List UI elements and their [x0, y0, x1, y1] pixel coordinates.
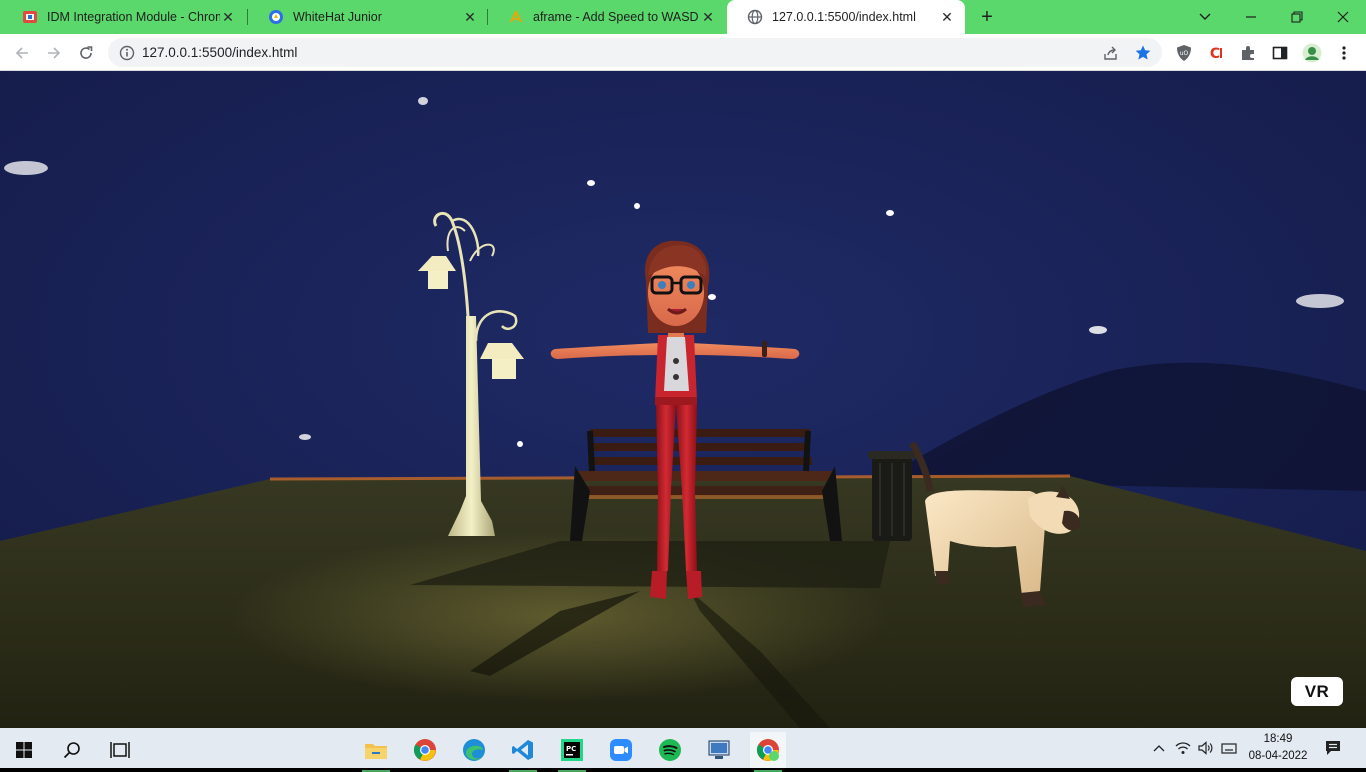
whitehat-icon — [268, 9, 284, 25]
windows-taskbar: PC 18:49 08-04-2022 — [0, 728, 1366, 772]
wifi-icon — [1175, 742, 1191, 754]
arrow-left-icon — [15, 47, 28, 59]
trash-bin — [868, 451, 916, 541]
svg-text:PC: PC — [566, 745, 576, 753]
taskbar-chrome-active[interactable] — [750, 732, 786, 772]
info-icon[interactable] — [118, 44, 136, 62]
system-clock[interactable]: 18:49 08-04-2022 — [1241, 731, 1315, 765]
browser-toolbar: 127.0.0.1:5500/index.html uO C — [0, 34, 1366, 71]
tab-strip: IDM Integration Module - Chrom ✕ WhiteHa… — [0, 0, 1366, 34]
network-status[interactable] — [1174, 738, 1192, 758]
speaker-icon — [1198, 741, 1213, 755]
zoom-icon — [610, 739, 632, 761]
tab-title: IDM Integration Module - Chrom — [47, 10, 220, 24]
chevron-down-icon — [1199, 13, 1211, 20]
side-panel-icon[interactable] — [1270, 43, 1290, 63]
close-icon[interactable]: ✕ — [939, 9, 955, 25]
share-icon[interactable] — [1102, 44, 1120, 62]
close-icon[interactable]: ✕ — [462, 9, 478, 25]
new-tab-button[interactable]: + — [975, 5, 999, 29]
reload-icon — [80, 46, 93, 59]
tab-search-button[interactable] — [1182, 0, 1228, 34]
remote-desktop-icon — [708, 740, 730, 759]
start-button[interactable] — [6, 732, 42, 768]
keyboard-icon — [1221, 743, 1237, 754]
minimize-icon — [1246, 16, 1256, 18]
codechef-extension-icon[interactable]: C — [1206, 43, 1226, 63]
show-hidden-icons[interactable] — [1150, 738, 1168, 758]
tab-localhost[interactable]: 127.0.0.1:5500/index.html ✕ — [727, 0, 965, 34]
search-icon — [63, 742, 80, 759]
folder-icon — [365, 744, 387, 759]
taskbar-vscode[interactable] — [505, 732, 541, 772]
svg-text:C: C — [1210, 46, 1220, 62]
clock-date: 08-04-2022 — [1248, 750, 1308, 762]
aframe-icon — [508, 9, 524, 25]
minimize-button[interactable] — [1228, 0, 1274, 34]
taskbar-zoom[interactable] — [603, 732, 639, 768]
taskbar-edge[interactable] — [456, 732, 492, 768]
tab-whitehat[interactable]: WhiteHat Junior ✕ — [248, 0, 488, 34]
clock-time: 18:49 — [1263, 733, 1293, 745]
volume-control[interactable] — [1197, 738, 1215, 758]
taskbar-remote-desktop[interactable] — [701, 732, 737, 768]
close-icon[interactable]: ✕ — [700, 9, 716, 25]
close-window-button[interactable] — [1320, 0, 1366, 34]
task-view-button[interactable] — [102, 732, 138, 768]
more-menu-icon[interactable] — [1334, 43, 1354, 63]
taskbar-file-explorer[interactable] — [358, 732, 394, 772]
tab-title: WhiteHat Junior — [293, 10, 382, 24]
ublock-shield-icon[interactable]: uO — [1174, 43, 1194, 63]
profile-avatar[interactable] — [1302, 43, 1322, 63]
edge-icon — [463, 739, 485, 761]
aframe-scene-canvas[interactable]: VR — [0, 71, 1366, 728]
idm-icon — [22, 9, 38, 25]
tab-aframe[interactable]: aframe - Add Speed to WASD Co ✕ — [488, 0, 726, 34]
arrow-right-icon — [48, 47, 61, 59]
taskbar-chrome[interactable] — [407, 732, 443, 768]
url-text[interactable]: 127.0.0.1:5500/index.html — [142, 45, 297, 60]
bookmark-star-icon[interactable] — [1134, 44, 1152, 62]
forward-button[interactable] — [41, 40, 67, 66]
action-center-button[interactable] — [1324, 738, 1342, 758]
chrome-icon — [413, 739, 436, 761]
windows-logo-icon — [16, 742, 32, 758]
input-indicator[interactable] — [1220, 738, 1238, 758]
address-bar[interactable]: 127.0.0.1:5500/index.html — [108, 38, 1162, 67]
taskbar-pycharm[interactable]: PC — [554, 732, 590, 772]
restore-button[interactable] — [1274, 0, 1320, 34]
reload-button[interactable] — [73, 40, 99, 66]
search-button[interactable] — [54, 732, 90, 768]
close-icon[interactable]: ✕ — [220, 9, 236, 25]
close-icon — [1337, 11, 1349, 23]
taskbar-spotify[interactable] — [652, 732, 688, 768]
extensions-puzzle-icon[interactable] — [1238, 43, 1258, 63]
pycharm-icon: PC — [561, 739, 583, 761]
back-button[interactable] — [9, 40, 35, 66]
restore-icon — [1291, 11, 1303, 23]
tab-idm[interactable]: IDM Integration Module - Chrom ✕ — [2, 0, 246, 34]
enter-vr-button[interactable]: VR — [1291, 677, 1343, 706]
svg-text:uO: uO — [1180, 50, 1189, 57]
vscode-icon — [512, 740, 533, 760]
tab-title: aframe - Add Speed to WASD Co — [533, 10, 700, 24]
spotify-icon — [659, 739, 681, 761]
chrome-icon — [756, 739, 779, 761]
notification-icon — [1326, 741, 1340, 755]
chevron-up-icon — [1153, 745, 1165, 752]
task-view-icon — [110, 742, 130, 758]
globe-icon — [747, 9, 763, 25]
tab-title: 127.0.0.1:5500/index.html — [772, 10, 916, 24]
scene-render — [0, 71, 1366, 728]
